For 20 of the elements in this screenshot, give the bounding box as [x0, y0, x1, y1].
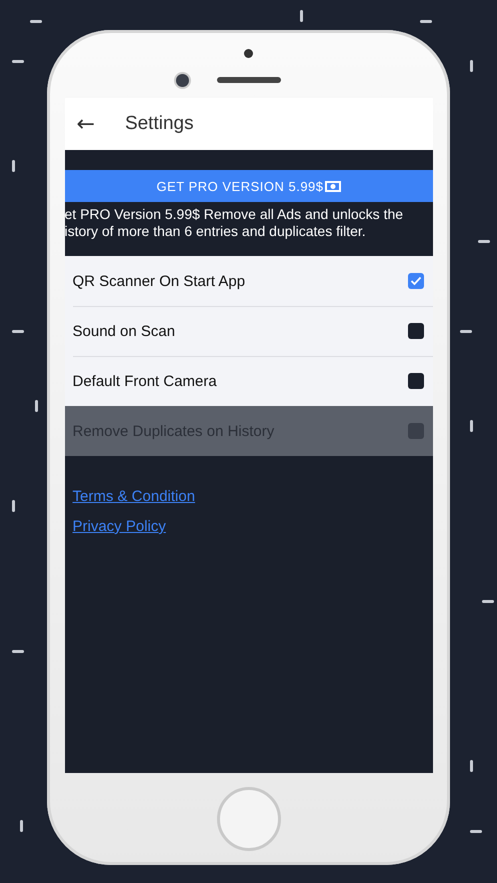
promo-text: et PRO Version 5.99$ Remove all Ads and unlocks the [64, 206, 404, 223]
setting-label: Default Front Camera [72, 372, 217, 390]
checkbox[interactable] [408, 323, 424, 339]
back-button[interactable]: ← [76, 112, 95, 136]
sensor-icon [244, 49, 253, 58]
speaker-icon [217, 77, 281, 83]
footer-link[interactable]: Privacy Policy [72, 518, 166, 535]
page-title: Settings [124, 113, 194, 135]
footer-link[interactable]: Terms & Condition [72, 488, 196, 505]
setting-label: Sound on Scan [72, 322, 176, 340]
setting-row[interactable]: Default Front Camera [64, 356, 432, 406]
promo-text: istory of more than 6 entries and duplicates filter. [64, 223, 367, 240]
setting-row[interactable]: QR Scanner On Start App [64, 256, 432, 306]
setting-row[interactable]: Sound on Scan [64, 306, 432, 356]
banknote-icon [324, 180, 341, 192]
checkbox[interactable] [408, 373, 424, 389]
checkbox[interactable] [408, 273, 424, 289]
get-pro-button[interactable]: GET PRO VERSION 5.99$ [64, 170, 432, 202]
setting-label: QR Scanner On Start App [72, 272, 246, 290]
camera-icon [176, 74, 189, 87]
